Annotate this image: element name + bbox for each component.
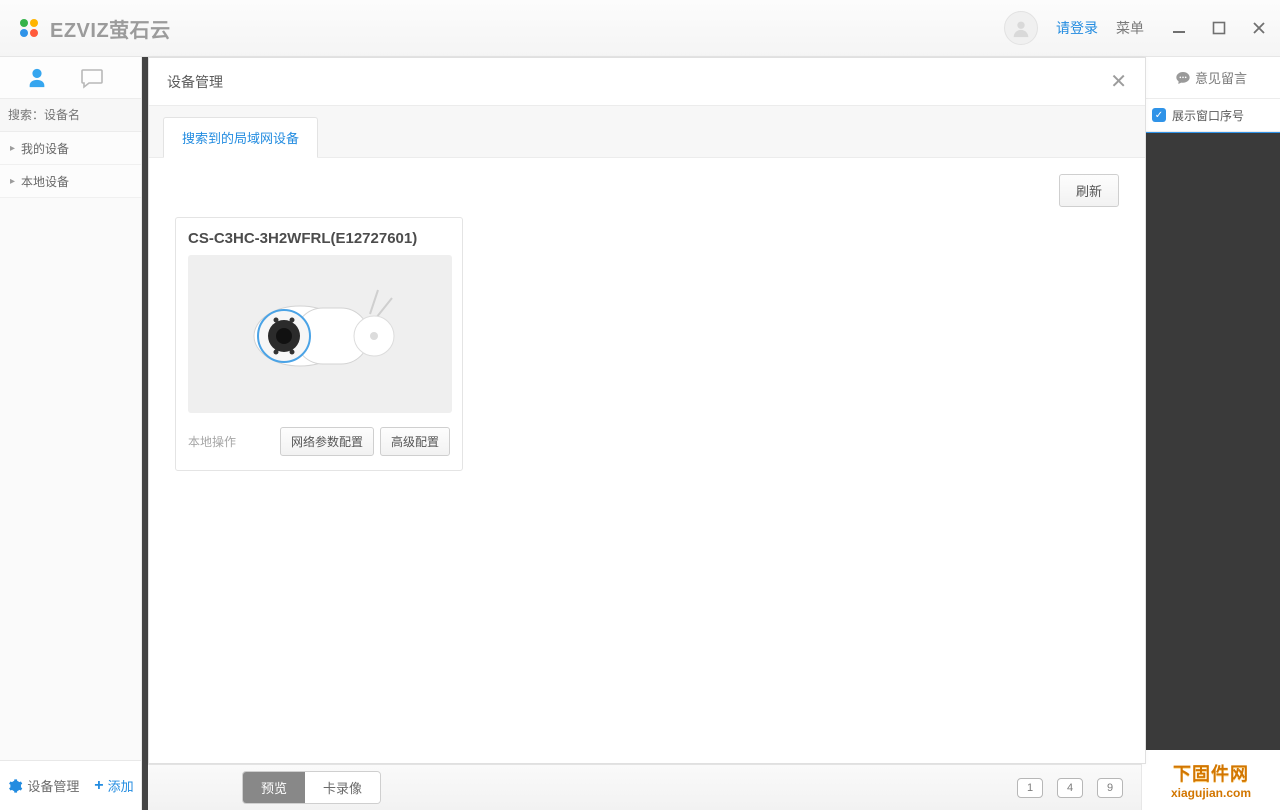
titlebar: EZVIZ萤石云 请登录 菜单 <box>0 0 1280 57</box>
show-window-index-label: 展示窗口序号 <box>1172 107 1244 124</box>
comment-icon <box>1175 70 1191 86</box>
add-button[interactable]: + 添加 <box>94 776 133 795</box>
network-config-button[interactable]: 网络参数配置 <box>280 427 374 456</box>
brand: EZVIZ萤石云 <box>16 14 171 43</box>
main-column: 设备管理 ✕ 搜索到的局域网设备 刷新 CS-C3HC-3H2WFRL(E127… <box>142 57 1141 810</box>
layout-1[interactable]: 1 <box>1017 778 1043 798</box>
preview-area[interactable] <box>1142 132 1280 750</box>
tab-lan-devices[interactable]: 搜索到的局域网设备 <box>163 117 318 158</box>
feedback-link[interactable]: 意见留言 <box>1175 68 1247 87</box>
device-panel: 设备管理 ✕ 搜索到的局域网设备 刷新 CS-C3HC-3H2WFRL(E127… <box>148 57 1146 764</box>
layout-4[interactable]: 4 <box>1057 778 1083 798</box>
camera-icon <box>220 274 420 394</box>
layout-9[interactable]: 9 <box>1097 778 1123 798</box>
login-link[interactable]: 请登录 <box>1056 18 1098 38</box>
footer-bar: 预览 卡录像 1 4 9 <box>148 764 1141 810</box>
sidebar-footer: 设备管理 + 添加 <box>0 760 141 810</box>
panel-tabs: 搜索到的局域网设备 <box>149 106 1145 158</box>
minimize-button[interactable] <box>1170 19 1188 37</box>
advanced-config-button[interactable]: 高级配置 <box>380 427 450 456</box>
device-manage-label: 设备管理 <box>27 776 79 795</box>
chevron-right-icon: ▸ <box>10 143 15 154</box>
close-icon[interactable]: ✕ <box>1110 69 1127 94</box>
watermark-line2: xiagujian.com <box>1171 786 1251 800</box>
avatar[interactable] <box>1004 11 1038 45</box>
feedback-label: 意见留言 <box>1195 68 1247 87</box>
user-placeholder-icon <box>1010 17 1032 39</box>
close-button[interactable] <box>1250 19 1268 37</box>
sidebar: ▸ 我的设备 ▸ 本地设备 设备管理 + 添加 <box>0 57 142 810</box>
show-window-index-row[interactable]: ✓ 展示窗口序号 <box>1142 99 1280 132</box>
tab-preview[interactable]: 预览 <box>243 772 305 803</box>
search-row <box>0 99 141 132</box>
device-manage-button[interactable]: 设备管理 <box>7 776 79 795</box>
gear-icon <box>7 778 23 794</box>
device-name: CS-C3HC-3H2WFRL(E12727601) <box>188 230 450 247</box>
watermark-line1: 下固件网 <box>1173 760 1249 786</box>
layout-buttons: 1 4 9 <box>1017 778 1123 798</box>
menu-link[interactable]: 菜单 <box>1116 18 1144 38</box>
device-ops-label: 本地操作 <box>188 433 274 450</box>
brand-name: EZVIZ萤石云 <box>50 14 171 43</box>
brand-logo-icon <box>16 15 42 41</box>
panel-title: 设备管理 <box>167 72 1110 92</box>
sidebar-item-local-devices[interactable]: ▸ 本地设备 <box>0 165 141 198</box>
plus-icon: + <box>94 777 103 795</box>
device-card: CS-C3HC-3H2WFRL(E12727601) <box>175 217 463 471</box>
maximize-button[interactable] <box>1210 19 1228 37</box>
right-panel: 意见留言 ✓ 展示窗口序号 下固件网 xiagujian.com <box>1141 57 1280 810</box>
sidebar-item-label: 本地设备 <box>21 173 69 190</box>
sidebar-item-label: 我的设备 <box>21 140 69 157</box>
search-input[interactable] <box>8 108 163 122</box>
add-label: 添加 <box>108 776 134 795</box>
chat-icon[interactable] <box>80 67 104 89</box>
content-area: 设备管理 ✕ 搜索到的局域网设备 刷新 CS-C3HC-3H2WFRL(E127… <box>142 57 1141 810</box>
tab-card-record[interactable]: 卡录像 <box>305 772 380 803</box>
contacts-icon[interactable] <box>26 67 48 89</box>
sidebar-item-my-devices[interactable]: ▸ 我的设备 <box>0 132 141 165</box>
view-mode-segmented: 预览 卡录像 <box>242 771 381 804</box>
refresh-button[interactable]: 刷新 <box>1059 174 1119 207</box>
device-thumbnail <box>188 255 452 413</box>
watermark: 下固件网 xiagujian.com <box>1142 750 1280 810</box>
checkbox-checked-icon[interactable]: ✓ <box>1152 108 1166 122</box>
chevron-right-icon: ▸ <box>10 176 15 187</box>
